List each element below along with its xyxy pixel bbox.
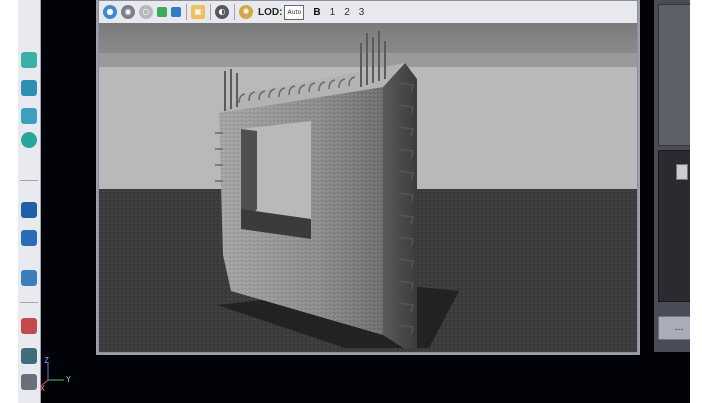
scrollbar-thumb[interactable] xyxy=(676,164,688,180)
application-screen: Z Y X ... ● ◉ ○ ▣ ◐ ✺ LOD: Auto B 1 2 3 xyxy=(18,0,690,403)
lod-level-b-button[interactable]: B xyxy=(313,7,320,18)
lod-level-2-button[interactable]: 2 xyxy=(344,7,350,18)
green-square-icon[interactable] xyxy=(157,7,167,17)
blue-square-icon[interactable] xyxy=(171,7,181,17)
3d-viewer-window: ● ◉ ○ ▣ ◐ ✺ LOD: Auto B 1 2 3 xyxy=(98,0,638,353)
z-axis-label: Z xyxy=(44,356,49,365)
scene-render[interactable] xyxy=(99,23,637,352)
lod-level-3-button[interactable]: 3 xyxy=(359,7,365,18)
plane-primitive-icon[interactable] xyxy=(21,108,37,124)
toolbar-separator xyxy=(20,302,38,303)
corner-tool-icon[interactable] xyxy=(21,230,37,246)
toolbar-separator xyxy=(234,4,235,20)
edit-tool-icon[interactable] xyxy=(21,318,37,334)
toolbar-separator xyxy=(186,4,187,20)
x-axis-label: X xyxy=(40,384,45,393)
cube-tool-icon[interactable] xyxy=(21,270,37,286)
lod-label: LOD: xyxy=(258,6,283,18)
eye-icon[interactable]: ◐ xyxy=(215,5,229,19)
lod-auto-button[interactable]: Auto xyxy=(284,4,305,20)
globe-icon[interactable]: ● xyxy=(103,5,117,19)
preview-pane xyxy=(658,4,690,146)
screenshot-frame: Z Y X ... ● ◉ ○ ▣ ◐ ✺ LOD: Auto B 1 2 3 xyxy=(0,0,702,403)
toolbar-separator xyxy=(20,180,38,181)
toolbar-separator xyxy=(210,4,211,20)
left-toolbar xyxy=(18,0,41,403)
sphere-primitive-icon[interactable] xyxy=(21,132,37,148)
box-tool-icon[interactable] xyxy=(21,202,37,218)
panel-dropdown[interactable]: ... xyxy=(658,316,690,340)
y-axis-label: Y xyxy=(66,375,71,384)
lod-level-1-button[interactable]: 1 xyxy=(330,7,336,18)
scale-tool-icon[interactable] xyxy=(21,348,37,364)
lock-icon[interactable]: ▣ xyxy=(191,5,205,19)
right-side-panel: ... xyxy=(654,0,690,352)
misc-tool-icon[interactable] xyxy=(21,374,37,390)
viewer-toolbar: ● ◉ ○ ▣ ◐ ✺ LOD: Auto B 1 2 3 xyxy=(99,1,637,24)
cone-primitive-icon[interactable] xyxy=(21,52,37,68)
cylinder-primitive-icon[interactable] xyxy=(21,80,37,96)
settings-icon[interactable]: ○ xyxy=(139,5,153,19)
sun-icon[interactable]: ✺ xyxy=(239,5,253,19)
3d-viewport[interactable] xyxy=(99,23,637,352)
web-icon[interactable]: ◉ xyxy=(121,5,135,19)
